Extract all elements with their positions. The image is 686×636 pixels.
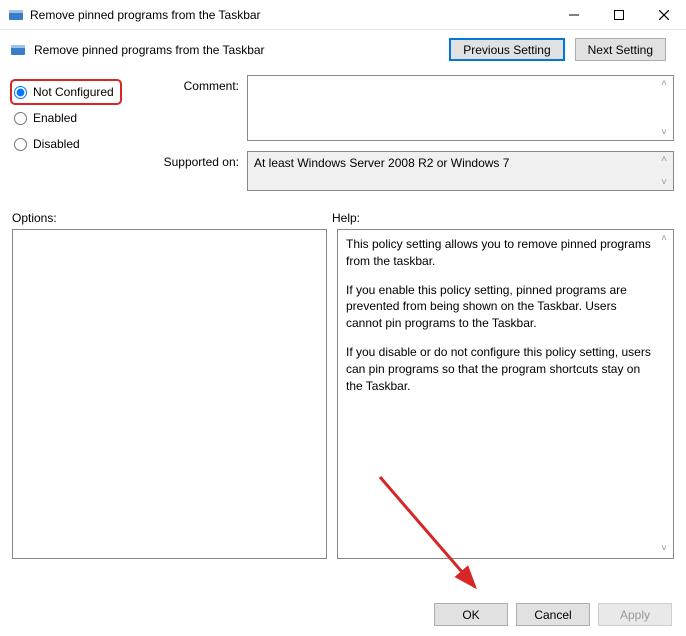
- state-radios: Not Configured Enabled Disabled: [12, 75, 157, 201]
- comment-label: Comment:: [157, 75, 247, 141]
- previous-setting-button[interactable]: Previous Setting: [449, 38, 564, 61]
- sub-header: Remove pinned programs from the Taskbar …: [0, 30, 686, 69]
- window-icon: [8, 7, 24, 23]
- radio-enabled[interactable]: Enabled: [12, 105, 157, 131]
- help-text: This policy setting allows you to remove…: [346, 236, 653, 270]
- radio-enabled-label: Enabled: [33, 111, 77, 125]
- radio-disabled-input[interactable]: [14, 138, 27, 151]
- options-label: Options:: [12, 211, 332, 225]
- chevron-up-icon: ˄: [657, 154, 671, 165]
- minimize-button[interactable]: [551, 0, 596, 29]
- radio-not-configured-input[interactable]: [14, 86, 27, 99]
- options-panel: [12, 229, 327, 559]
- chevron-down-icon: ˅: [657, 127, 671, 138]
- help-text: If you disable or do not configure this …: [346, 344, 653, 394]
- chevron-down-icon: ˅: [657, 177, 671, 188]
- dialog-buttons: OK Cancel Apply: [434, 603, 672, 626]
- ok-button[interactable]: OK: [434, 603, 508, 626]
- close-button[interactable]: [641, 0, 686, 29]
- title-bar: Remove pinned programs from the Taskbar: [0, 0, 686, 30]
- help-text: If you enable this policy setting, pinne…: [346, 282, 653, 332]
- apply-button[interactable]: Apply: [598, 603, 672, 626]
- supported-on-box: At least Windows Server 2008 R2 or Windo…: [247, 151, 674, 191]
- supported-label: Supported on:: [157, 151, 247, 191]
- help-label: Help:: [332, 211, 360, 225]
- comment-textarea[interactable]: ˄˅: [247, 75, 674, 141]
- cancel-button[interactable]: Cancel: [516, 603, 590, 626]
- radio-disabled-label: Disabled: [33, 137, 80, 151]
- highlight-box: Not Configured: [10, 79, 122, 105]
- window-title: Remove pinned programs from the Taskbar: [30, 8, 551, 22]
- chevron-up-icon: ˄: [657, 232, 671, 246]
- help-panel: This policy setting allows you to remove…: [337, 229, 674, 559]
- policy-icon: [10, 42, 26, 58]
- chevron-down-icon: ˅: [657, 542, 671, 556]
- radio-enabled-input[interactable]: [14, 112, 27, 125]
- radio-not-configured[interactable]: Not Configured: [12, 79, 114, 105]
- radio-not-configured-label: Not Configured: [33, 85, 114, 99]
- scroll-indicator: ˄˅: [657, 232, 671, 556]
- policy-title: Remove pinned programs from the Taskbar: [34, 43, 449, 57]
- supported-value: At least Windows Server 2008 R2 or Windo…: [254, 156, 509, 170]
- next-setting-button[interactable]: Next Setting: [575, 38, 666, 61]
- radio-disabled[interactable]: Disabled: [12, 131, 157, 157]
- chevron-up-icon: ˄: [657, 78, 671, 89]
- scroll-indicator: ˄˅: [657, 154, 671, 188]
- maximize-button[interactable]: [596, 0, 641, 29]
- scroll-indicator: ˄˅: [657, 78, 671, 138]
